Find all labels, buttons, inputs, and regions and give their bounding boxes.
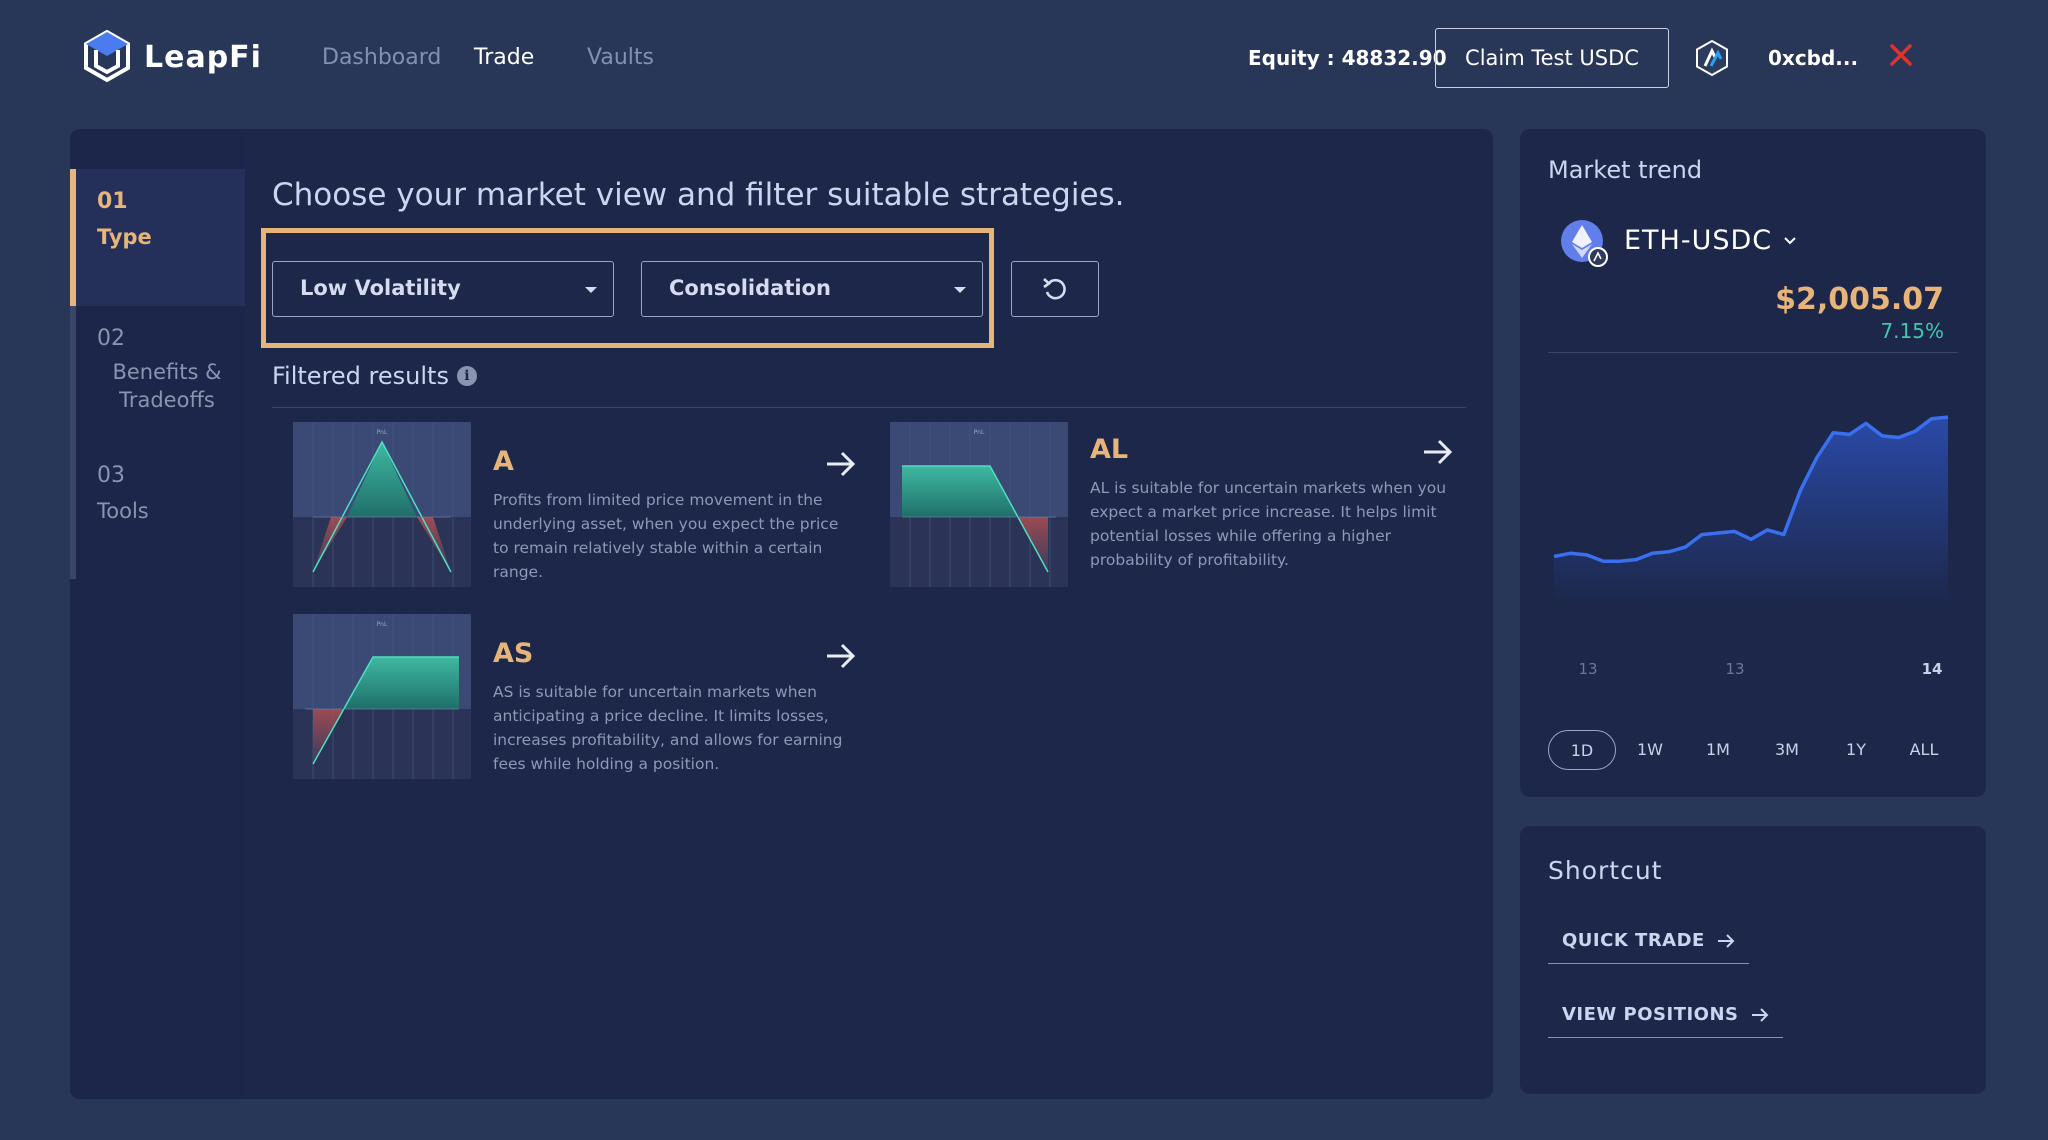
wallet-address[interactable]: 0xcbd...	[1768, 46, 1858, 70]
arrow-right-icon[interactable]	[825, 642, 857, 670]
strategy-a-payoff-chart: PnL	[293, 422, 471, 587]
leapfi-logo-icon	[84, 30, 130, 83]
market-trend-title: Market trend	[1548, 156, 1703, 184]
step-benefits-tradeoffs[interactable]: 02 Benefits & Tradeoffs	[70, 306, 245, 443]
equity-value: Equity : 48832.90	[1248, 46, 1447, 70]
filtered-results-label: Filtered results i	[272, 362, 477, 390]
nav-trade[interactable]: Trade	[474, 45, 534, 70]
arrow-right-icon[interactable]	[1422, 438, 1454, 466]
range-3m[interactable]: 3M	[1753, 730, 1821, 770]
strategy-description: AL is suitable for uncertain markets whe…	[1090, 479, 1447, 569]
step-label: Tools	[97, 499, 149, 523]
step-label: Benefits & Tradeoffs	[112, 360, 222, 412]
thumb-label: PnL	[377, 621, 388, 628]
strategy-name: AS	[493, 638, 534, 669]
arrow-right-icon[interactable]	[825, 450, 857, 478]
claim-test-usdc-button[interactable]: Claim Test USDC	[1435, 28, 1669, 88]
shortcut-panel: Shortcut QUICK TRADE VIEW POSITIONS	[1520, 826, 1986, 1094]
strategy-name: AL	[1090, 434, 1129, 465]
range-1m[interactable]: 1M	[1684, 730, 1752, 770]
current-price: $2,005.07	[1775, 282, 1944, 317]
eth-icon	[1561, 220, 1608, 267]
volatility-select[interactable]: Low Volatility	[272, 261, 614, 317]
volatility-select-value: Low Volatility	[300, 276, 461, 300]
range-1d[interactable]: 1D	[1548, 730, 1616, 770]
pair-selector[interactable]: ETH-USDC	[1624, 225, 1772, 256]
info-icon[interactable]: i	[456, 366, 477, 386]
step-label: Type	[97, 225, 152, 249]
x-tick-label: 14	[1922, 660, 1943, 678]
chevron-down-icon[interactable]	[1782, 233, 1798, 249]
strategy-description: AS is suitable for uncertain markets whe…	[493, 683, 843, 773]
caret-down-icon	[954, 287, 966, 293]
strategy-as-payoff-chart: PnL	[293, 614, 471, 779]
step-sidebar: 01 Type 02 Benefits & Tradeoffs 03 Tools	[70, 129, 245, 1099]
strategy-panel: 01 Type 02 Benefits & Tradeoffs 03 Tools…	[70, 129, 1493, 1099]
active-step-indicator	[70, 169, 76, 306]
caret-down-icon	[585, 287, 597, 293]
reset-icon	[1043, 278, 1066, 300]
shortcut-title: Shortcut	[1548, 856, 1663, 885]
step-number: 01	[97, 189, 128, 214]
strategy-card-a[interactable]: PnL A Profits from limited price movemen…	[293, 422, 868, 592]
quick-trade-label: QUICK TRADE	[1562, 930, 1705, 951]
nav-dashboard[interactable]: Dashboard	[322, 45, 441, 70]
view-positions-label: VIEW POSITIONS	[1562, 1004, 1739, 1025]
divider	[272, 407, 1466, 408]
close-icon[interactable]	[1886, 40, 1916, 70]
step-type[interactable]: 01 Type	[70, 169, 245, 306]
step-tools[interactable]: 03 Tools	[70, 443, 245, 563]
divider	[1548, 352, 1958, 353]
arbitrum-icon[interactable]	[1693, 39, 1731, 77]
quick-trade-link[interactable]: QUICK TRADE	[1548, 930, 1749, 964]
trend-select-value: Consolidation	[669, 276, 831, 300]
logo-text: LeapFi	[144, 39, 262, 75]
trend-select[interactable]: Consolidation	[641, 261, 983, 317]
range-1y[interactable]: 1Y	[1822, 730, 1890, 770]
logo[interactable]: LeapFi	[82, 30, 262, 84]
x-tick-label: 13	[1725, 660, 1744, 678]
strategy-description: Profits from limited price movement in t…	[493, 491, 839, 581]
strategy-card-al[interactable]: PnL AL AL is suitable for uncertain mark…	[890, 422, 1465, 592]
page-title: Choose your market view and filter suita…	[272, 177, 1125, 213]
thumb-label: PnL	[377, 429, 388, 436]
nav-vaults[interactable]: Vaults	[587, 45, 654, 70]
filtered-results-text: Filtered results	[272, 362, 449, 390]
strategy-card-as[interactable]: PnL AS AS is suitable for uncertain mark…	[293, 614, 868, 784]
reset-filters-button[interactable]	[1011, 261, 1099, 317]
arrow-right-icon	[1717, 933, 1735, 948]
strategy-al-payoff-chart: PnL	[890, 422, 1068, 587]
step-number: 02	[97, 326, 125, 351]
trend-area	[1554, 417, 1948, 604]
market-trend-panel: Market trend ETH-USDC $2,005.07 7.15% 13…	[1520, 129, 1986, 797]
x-tick-label: 13	[1578, 660, 1597, 678]
thumb-label: PnL	[974, 429, 985, 436]
step-number: 03	[97, 463, 125, 488]
range-1w[interactable]: 1W	[1616, 730, 1684, 770]
arrow-right-icon	[1751, 1007, 1768, 1022]
strategy-name: A	[493, 446, 514, 477]
view-positions-link[interactable]: VIEW POSITIONS	[1548, 1004, 1783, 1038]
price-change: 7.15%	[1880, 319, 1944, 343]
range-all[interactable]: ALL	[1890, 730, 1958, 770]
